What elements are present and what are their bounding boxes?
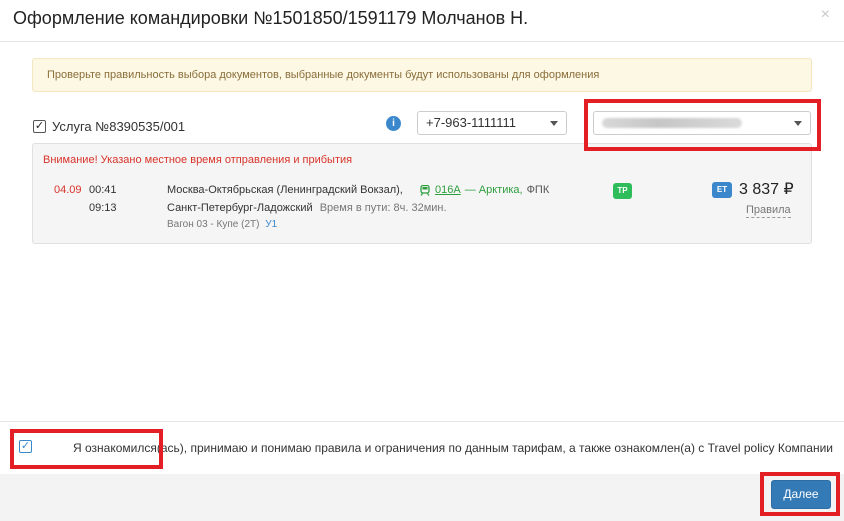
- et-badge: ET: [712, 182, 732, 198]
- trip-date: 04.09: [54, 184, 82, 196]
- phone-select[interactable]: +7-963-1111111: [417, 111, 567, 135]
- arrival-station: Санкт-Петербург-Ладожский: [167, 202, 313, 214]
- train-name: — Арктика,: [464, 184, 523, 196]
- footer-bar: [0, 474, 844, 521]
- redacted-value: [602, 118, 742, 128]
- agree-text: Я ознакомился(ась), принимаю и понимаю п…: [73, 441, 833, 455]
- ticket-price: 3 837 ₽: [739, 181, 794, 198]
- chevron-down-icon: [550, 121, 558, 126]
- service-checkbox[interactable]: ✓: [33, 119, 46, 133]
- footer-divider: [0, 421, 844, 422]
- train-icon: [420, 184, 430, 196]
- rules-link[interactable]: Правила: [746, 204, 791, 218]
- wagon-class: У1: [265, 219, 278, 230]
- agree-checkbox[interactable]: ✓: [19, 440, 32, 453]
- document-alert: Проверьте правильность выбора документов…: [32, 58, 812, 92]
- wagon-label: Вагон 03 - Купе (2Т): [167, 219, 260, 230]
- phone-value: +7-963-1111111: [426, 115, 516, 130]
- service-label: Услуга №8390535/001: [52, 118, 186, 134]
- trip-duration: Время в пути: 8ч. 32мин.: [319, 202, 447, 214]
- modal-title: Оформление командировки №1501850/1591179…: [13, 8, 529, 28]
- service-row: ✓ Услуга №8390535/001: [33, 117, 185, 135]
- traveler-select[interactable]: [593, 111, 811, 135]
- arrive-time: 09:13: [89, 202, 117, 214]
- train-operator: ФПК: [526, 184, 550, 196]
- next-button[interactable]: Далее: [771, 480, 831, 509]
- trip-card: Внимание! Указано местное время отправле…: [32, 143, 812, 244]
- close-icon[interactable]: ×: [821, 6, 830, 24]
- tp-badge: TP: [613, 183, 632, 199]
- train-info: 016А — Арктика, ФПК: [420, 184, 549, 196]
- train-number-link[interactable]: 016А: [435, 184, 461, 196]
- wagon-info: Вагон 03 - Купе (2Т) У1: [167, 219, 277, 230]
- info-icon[interactable]: i: [386, 116, 401, 131]
- header-divider: [0, 41, 844, 42]
- depart-time: 00:41: [89, 184, 117, 196]
- arrival-row: Санкт-Петербург-Ладожский Время в пути: …: [167, 202, 447, 214]
- departure-station: Москва-Октябрьская (Ленинградский Вокзал…: [167, 184, 403, 196]
- local-time-warning: Внимание! Указано местное время отправле…: [43, 154, 353, 166]
- chevron-down-icon: [794, 121, 802, 126]
